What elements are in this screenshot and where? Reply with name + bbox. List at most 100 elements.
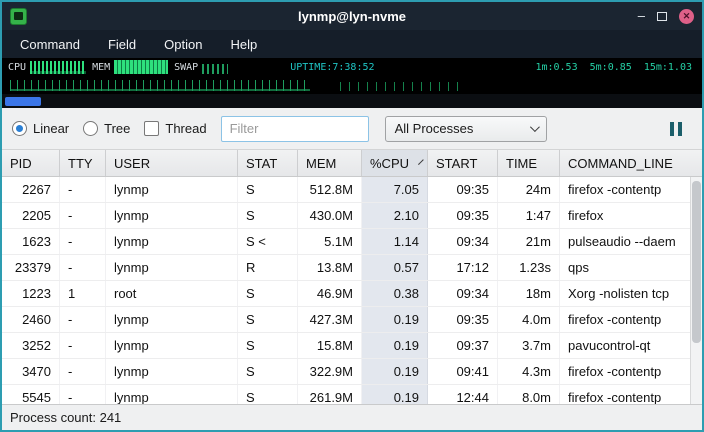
table-row[interactable]: 2460 - lynmp S 427.3M 0.19 09:35 4.0m fi… xyxy=(2,307,702,333)
cell-command-line: firefox -contentp xyxy=(560,359,702,384)
menu-option[interactable]: Option xyxy=(150,30,216,58)
scrollbar-thumb[interactable] xyxy=(692,181,701,343)
thread-checkbox-group[interactable]: Thread xyxy=(144,121,206,136)
titlebar[interactable]: lynmp@lyn-nvme – ✕ xyxy=(2,2,702,30)
cell-start: 09:41 xyxy=(428,359,498,384)
cell-stat: R xyxy=(238,255,298,280)
cell-user: lynmp xyxy=(106,307,238,332)
cell-pid: 3252 xyxy=(2,333,60,358)
thread-checkbox[interactable] xyxy=(144,121,159,136)
cell-cpu: 0.19 xyxy=(362,359,428,384)
cell-user: lynmp xyxy=(106,255,238,280)
cell-cpu: 7.05 xyxy=(362,177,428,202)
cell-start: 17:12 xyxy=(428,255,498,280)
table-row[interactable]: 1623 - lynmp S < 5.1M 1.14 09:34 21m pul… xyxy=(2,229,702,255)
mem-graph xyxy=(114,60,168,74)
col-command-line[interactable]: COMMAND_LINE xyxy=(560,150,702,176)
menu-help[interactable]: Help xyxy=(216,30,271,58)
chevron-down-icon xyxy=(530,122,540,132)
monitor-row-1: CPU MEM SWAP UPTIME:7:38:52 1m:0.53 5m:0… xyxy=(2,58,702,76)
thread-label: Thread xyxy=(165,121,206,136)
toolbar: Linear Tree Thread All Processes xyxy=(2,108,702,150)
col-user[interactable]: USER xyxy=(106,150,238,176)
monitor-row-2 xyxy=(2,76,702,94)
cell-user: lynmp xyxy=(106,359,238,384)
cell-start: 09:35 xyxy=(428,307,498,332)
cell-stat: S xyxy=(238,177,298,202)
cell-time: 1:47 xyxy=(498,203,560,228)
col-pid[interactable]: PID xyxy=(2,150,60,176)
cell-pid: 3470 xyxy=(2,359,60,384)
table-row[interactable]: 3252 - lynmp S 15.8M 0.19 09:37 3.7m pav… xyxy=(2,333,702,359)
cell-tty: - xyxy=(60,229,106,254)
cell-pid: 2205 xyxy=(2,203,60,228)
cell-mem: 15.8M xyxy=(298,333,362,358)
col-mem[interactable]: MEM xyxy=(298,150,362,176)
cell-command-line: pulseaudio --daem xyxy=(560,229,702,254)
cell-pid: 1223 xyxy=(2,281,60,306)
cell-pid: 2460 xyxy=(2,307,60,332)
tree-label: Tree xyxy=(104,121,130,136)
cell-mem: 13.8M xyxy=(298,255,362,280)
cell-start: 09:34 xyxy=(428,229,498,254)
col-time[interactable]: TIME xyxy=(498,150,560,176)
menu-command[interactable]: Command xyxy=(6,30,94,58)
filter-input[interactable] xyxy=(221,116,369,142)
col-cpu[interactable]: %CPU xyxy=(362,150,428,176)
table-row[interactable]: 23379 - lynmp R 13.8M 0.57 17:12 1.23s q… xyxy=(2,255,702,281)
close-button[interactable]: ✕ xyxy=(679,9,694,24)
restore-button[interactable] xyxy=(657,12,667,21)
cell-tty: - xyxy=(60,385,106,404)
table-row[interactable]: 3470 - lynmp S 322.9M 0.19 09:41 4.3m fi… xyxy=(2,359,702,385)
cell-stat: S xyxy=(238,333,298,358)
cell-stat: S xyxy=(238,203,298,228)
col-tty[interactable]: TTY xyxy=(60,150,106,176)
cell-cpu: 1.14 xyxy=(362,229,428,254)
window-title: lynmp@lyn-nvme xyxy=(2,9,702,24)
cell-mem: 430.0M xyxy=(298,203,362,228)
cell-start: 12:44 xyxy=(428,385,498,404)
swap-label: SWAP xyxy=(174,62,198,73)
cell-start: 09:34 xyxy=(428,281,498,306)
cell-command-line: firefox -contentp xyxy=(560,385,702,404)
system-monitor-graph: CPU MEM SWAP UPTIME:7:38:52 1m:0.53 5m:0… xyxy=(2,58,702,94)
cell-stat: S xyxy=(238,385,298,404)
cell-user: lynmp xyxy=(106,203,238,228)
col-start[interactable]: START xyxy=(428,150,498,176)
app-icon xyxy=(10,8,27,25)
linear-radio[interactable] xyxy=(12,121,27,136)
cell-time: 8.0m xyxy=(498,385,560,404)
sort-descending-icon xyxy=(418,159,424,165)
cell-user: lynmp xyxy=(106,177,238,202)
tree-radio-group[interactable]: Tree xyxy=(83,121,130,136)
linear-label: Linear xyxy=(33,121,69,136)
minimize-button[interactable]: – xyxy=(638,11,645,21)
cell-start: 09:35 xyxy=(428,203,498,228)
menu-field[interactable]: Field xyxy=(94,30,150,58)
linear-radio-group[interactable]: Linear xyxy=(12,121,69,136)
table-row[interactable]: 1223 1 root S 46.9M 0.38 09:34 18m Xorg … xyxy=(2,281,702,307)
cell-command-line: firefox -contentp xyxy=(560,177,702,202)
col-stat[interactable]: STAT xyxy=(238,150,298,176)
cell-time: 3.7m xyxy=(498,333,560,358)
table-row[interactable]: 2205 - lynmp S 430.0M 2.10 09:35 1:47 fi… xyxy=(2,203,702,229)
tree-radio[interactable] xyxy=(83,121,98,136)
vertical-scrollbar[interactable] xyxy=(690,177,702,404)
pause-button[interactable] xyxy=(666,118,686,140)
cell-stat: S xyxy=(238,307,298,332)
table-row[interactable]: 2267 - lynmp S 512.8M 7.05 09:35 24m fir… xyxy=(2,177,702,203)
cell-tty: - xyxy=(60,359,106,384)
process-scope-dropdown[interactable]: All Processes xyxy=(385,116,547,142)
cell-time: 4.0m xyxy=(498,307,560,332)
graph-page-indicator[interactable] xyxy=(5,97,41,106)
cell-command-line: qps xyxy=(560,255,702,280)
cell-pid: 5545 xyxy=(2,385,60,404)
cell-mem: 46.9M xyxy=(298,281,362,306)
cell-time: 1.23s xyxy=(498,255,560,280)
cell-command-line: Xorg -nolisten tcp xyxy=(560,281,702,306)
cell-cpu: 0.19 xyxy=(362,307,428,332)
table-row[interactable]: 5545 - lynmp S 261.9M 0.19 12:44 8.0m fi… xyxy=(2,385,702,404)
cell-stat: S xyxy=(238,281,298,306)
col-cpu-label: %CPU xyxy=(370,156,409,171)
graph-ticks-2 xyxy=(340,82,460,91)
